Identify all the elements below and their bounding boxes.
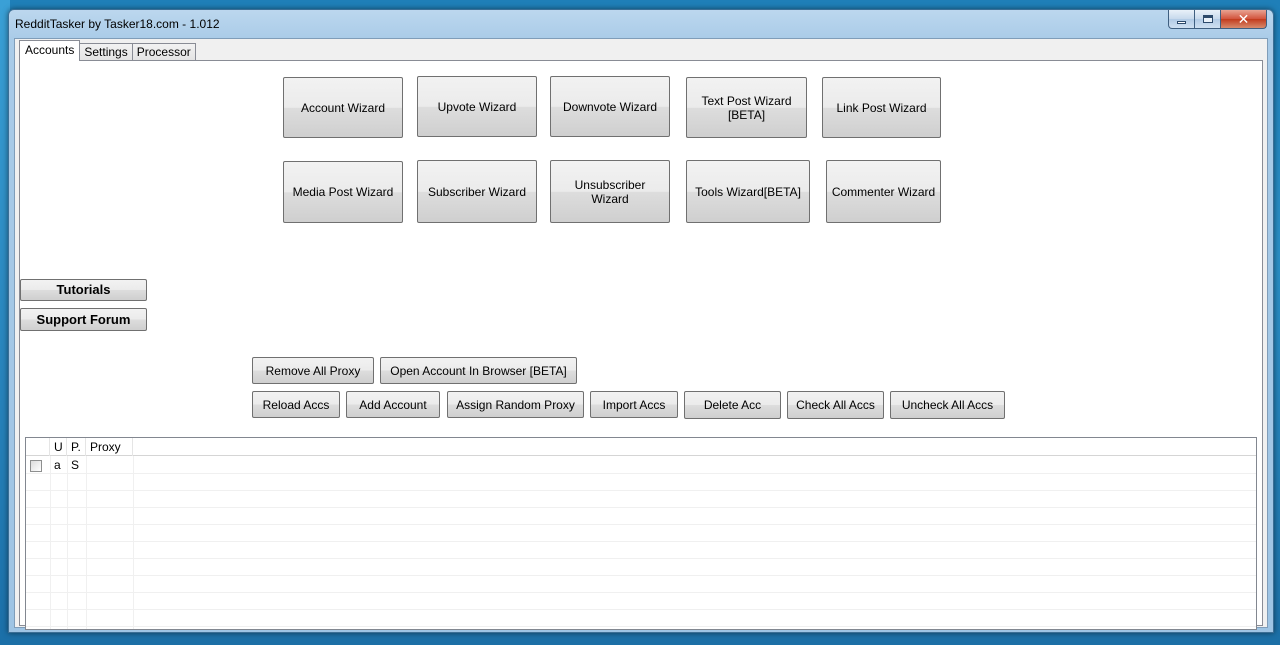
downvote-wizard-button[interactable]: Downvote Wizard	[550, 76, 670, 137]
account-wizard-button[interactable]: Account Wizard	[283, 77, 403, 138]
cell-u: a	[54, 458, 61, 472]
commenter-wizard-button[interactable]: Commenter Wizard	[826, 160, 941, 223]
empty-row	[26, 525, 1256, 542]
minimize-button[interactable]	[1168, 10, 1195, 29]
tab-settings[interactable]: Settings	[79, 43, 133, 61]
empty-row	[26, 508, 1256, 525]
tools-wizard-button[interactable]: Tools Wizard[BETA]	[686, 160, 810, 223]
window-controls: ✕	[1168, 10, 1267, 30]
minimize-icon	[1177, 20, 1186, 24]
subscriber-wizard-button[interactable]: Subscriber Wizard	[417, 160, 537, 223]
assign-random-proxy-button[interactable]: Assign Random Proxy	[447, 391, 584, 418]
link-post-wizard-button[interactable]: Link Post Wizard	[822, 77, 941, 138]
column-header-proxy[interactable]: Proxy	[86, 438, 133, 456]
support-forum-button[interactable]: Support Forum	[20, 308, 147, 331]
maximize-icon	[1202, 15, 1213, 23]
client-area: Accounts Settings Processor Account Wiza…	[14, 38, 1268, 630]
grid-header: U P. Proxy	[26, 438, 1256, 456]
empty-row	[26, 593, 1256, 610]
empty-row	[26, 474, 1256, 491]
tab-processor[interactable]: Processor	[131, 43, 196, 61]
title-bar[interactable]: RedditTasker by Tasker18.com - 1.012 ✕	[9, 10, 1273, 38]
media-post-wizard-button[interactable]: Media Post Wizard	[283, 161, 403, 223]
cell-p: S	[71, 458, 80, 472]
reload-accs-button[interactable]: Reload Accs	[252, 391, 340, 418]
tutorials-button[interactable]: Tutorials	[20, 279, 147, 301]
column-header-u[interactable]: U	[50, 438, 67, 456]
text-post-wizard-button[interactable]: Text Post Wizard [BETA]	[686, 77, 807, 138]
row-checkbox[interactable]	[30, 460, 42, 472]
app-window: RedditTasker by Tasker18.com - 1.012 ✕ A…	[8, 9, 1274, 633]
column-header-check[interactable]	[26, 438, 50, 456]
empty-row	[26, 559, 1256, 576]
cell-proxy	[86, 457, 133, 474]
tab-accounts[interactable]: Accounts	[19, 40, 81, 61]
unsubscriber-wizard-button[interactable]: Unsubscriber Wizard	[550, 160, 670, 223]
add-account-button[interactable]: Add Account	[346, 391, 440, 418]
empty-row	[26, 491, 1256, 508]
table-row[interactable]: a S	[26, 457, 1256, 474]
import-accs-button[interactable]: Import Accs	[590, 391, 678, 418]
close-icon: ✕	[1237, 10, 1250, 27]
empty-row	[26, 576, 1256, 593]
check-all-accs-button[interactable]: Check All Accs	[787, 391, 884, 419]
accounts-grid[interactable]: U P. Proxy a S	[25, 437, 1257, 630]
remove-all-proxy-button[interactable]: Remove All Proxy	[252, 357, 374, 384]
column-header-p[interactable]: P.	[67, 438, 86, 456]
uncheck-all-accs-button[interactable]: Uncheck All Accs	[890, 391, 1005, 419]
delete-acc-button[interactable]: Delete Acc	[684, 391, 781, 419]
tab-strip: Accounts Settings Processor	[19, 40, 196, 61]
close-button[interactable]: ✕	[1221, 10, 1267, 29]
upvote-wizard-button[interactable]: Upvote Wizard	[417, 76, 537, 137]
open-account-in-browser-button[interactable]: Open Account In Browser [BETA]	[380, 357, 577, 384]
window-title: RedditTasker by Tasker18.com - 1.012	[15, 17, 220, 31]
empty-row	[26, 610, 1256, 627]
maximize-button[interactable]	[1195, 10, 1221, 29]
empty-row	[26, 542, 1256, 559]
